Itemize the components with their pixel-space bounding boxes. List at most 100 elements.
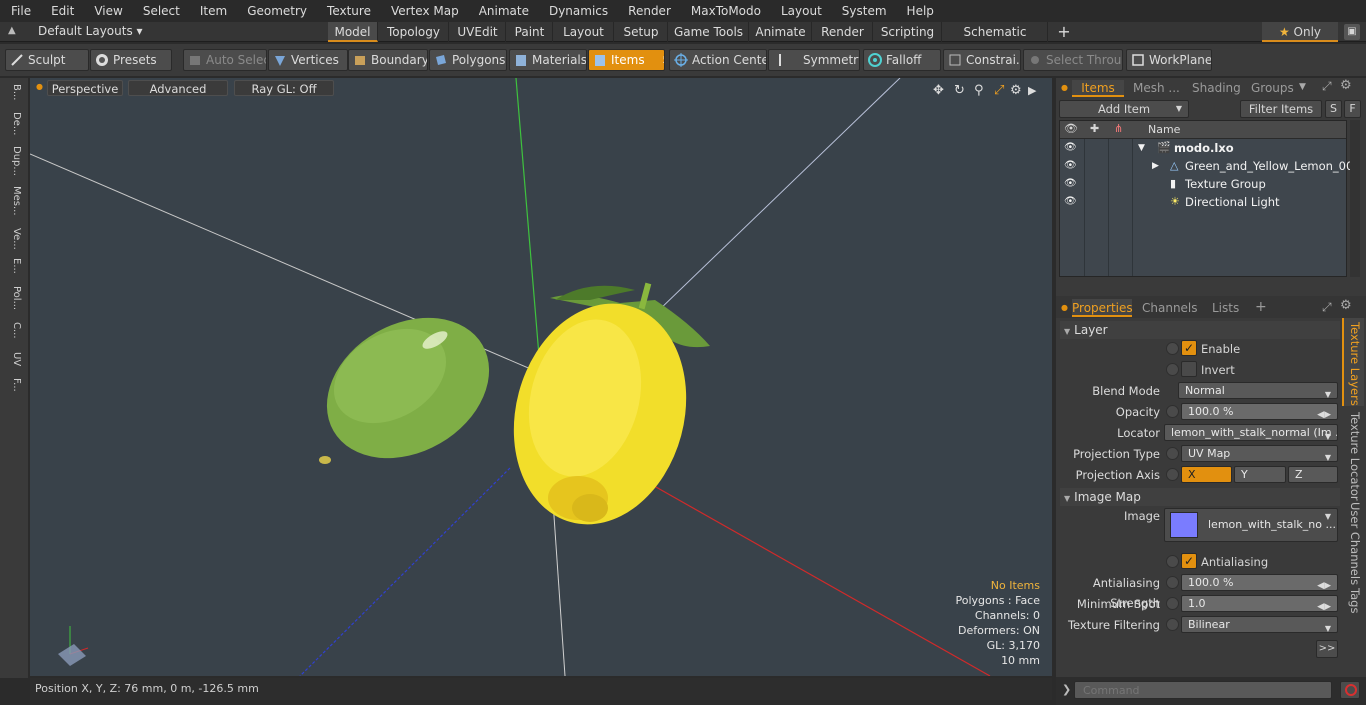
tab-scripting[interactable]: Scripting <box>874 22 942 42</box>
menu-select[interactable]: Select <box>132 4 189 18</box>
blend-mode-dropdown[interactable]: Normal ▼ <box>1178 382 1338 399</box>
projection-axis-dot[interactable] <box>1166 468 1179 481</box>
enable-checkbox[interactable]: ✓ <box>1181 340 1197 356</box>
sculpt-button[interactable]: Sculpt <box>5 49 89 71</box>
tab-lists[interactable]: Lists <box>1212 301 1239 315</box>
action-center-button[interactable]: Action Center <box>669 49 767 71</box>
left-tab-curve[interactable]: C... <box>4 322 22 339</box>
opacity-field[interactable]: 100.0 % ◀▶ <box>1181 403 1338 420</box>
menu-animate[interactable]: Animate <box>468 4 538 18</box>
eye-icon[interactable]: 👁 <box>1064 157 1077 175</box>
maximize-icon[interactable]: ▣ <box>1344 24 1360 40</box>
stepper-icon[interactable]: ◀▶ <box>1317 600 1331 611</box>
tab-model[interactable]: Model <box>328 22 378 42</box>
collapse-arrow-icon[interactable]: ▶ <box>1152 157 1159 175</box>
left-tab-deform[interactable]: De... <box>4 112 22 135</box>
visibility-header-icon[interactable]: 👁 <box>1064 122 1078 135</box>
opacity-dot[interactable] <box>1166 405 1179 418</box>
list-item-light[interactable]: 👁 ☀ Directional Light <box>1060 193 1346 211</box>
tab-uvedit[interactable]: UVEdit <box>450 22 506 42</box>
left-tab-mesh[interactable]: Mes... <box>4 186 22 216</box>
expand-arrow-icon[interactable]: ▼ <box>1138 139 1145 157</box>
menu-maxtomodo[interactable]: MaxToModo <box>680 4 770 18</box>
tab-mesh[interactable]: Mesh ... <box>1133 81 1180 95</box>
materials-button[interactable]: Materials <box>509 49 587 71</box>
left-tab-duplicate[interactable]: Dup... <box>4 146 22 176</box>
tab-channels[interactable]: Channels <box>1142 301 1198 315</box>
workplane-button[interactable]: WorkPlane <box>1126 49 1212 71</box>
side-tab-texture-layers[interactable]: Texture Layers <box>1344 322 1362 406</box>
side-tab-texture-locator[interactable]: Texture Locator <box>1344 412 1362 501</box>
gear-icon[interactable]: ⚙ <box>1340 298 1352 313</box>
antialiasing-checkbox[interactable]: ✓ <box>1181 553 1197 569</box>
menu-geometry[interactable]: Geometry <box>236 4 316 18</box>
add-item-button[interactable]: Add Item ▼ <box>1059 100 1189 118</box>
left-tab-uv[interactable]: UV <box>4 352 22 366</box>
texture-filtering-dot[interactable] <box>1166 618 1179 631</box>
auto-select-button[interactable]: Auto Select <box>183 49 267 71</box>
add-tab-button[interactable]: + <box>1052 22 1076 42</box>
aa-strength-field[interactable]: 100.0 % ◀▶ <box>1181 574 1338 591</box>
only-toggle[interactable]: ★ Only <box>1262 22 1338 42</box>
menu-layout[interactable]: Layout <box>770 4 831 18</box>
left-tab-edge[interactable]: E... <box>4 258 22 274</box>
add-tab-button[interactable]: + <box>1255 299 1267 315</box>
tab-paint[interactable]: Paint <box>507 22 553 42</box>
min-spot-field[interactable]: 1.0 ◀▶ <box>1181 595 1338 612</box>
items-scrollbar[interactable] <box>1350 120 1360 277</box>
vertices-button[interactable]: Vertices1 <box>268 49 348 71</box>
tab-items[interactable]: Items <box>1072 80 1124 97</box>
image-selector[interactable]: lemon_with_stalk_no ... ▼ <box>1164 508 1338 542</box>
tab-topology[interactable]: Topology <box>379 22 449 42</box>
select-through-button[interactable]: Select Through <box>1023 49 1123 71</box>
eye-icon[interactable]: 👁 <box>1064 175 1077 193</box>
stepper-icon[interactable]: ◀▶ <box>1317 579 1331 590</box>
axis-x-button[interactable]: X <box>1181 466 1232 483</box>
tabs-dropdown-icon[interactable]: ▼ <box>1299 82 1306 92</box>
layout-arrow-icon[interactable]: ▲ <box>8 25 16 36</box>
tab-game-tools[interactable]: Game Tools <box>669 22 749 42</box>
menu-help[interactable]: Help <box>896 4 943 18</box>
name-column-header[interactable]: Name <box>1148 123 1180 136</box>
falloff-button[interactable]: Falloff <box>863 49 941 71</box>
menu-render[interactable]: Render <box>617 4 680 18</box>
f-button[interactable]: F <box>1344 100 1361 118</box>
left-tab-basic[interactable]: B... <box>4 84 22 100</box>
tab-animate[interactable]: Animate <box>750 22 812 42</box>
enable-dot[interactable] <box>1166 342 1179 355</box>
tab-layout[interactable]: Layout <box>554 22 614 42</box>
expand-icon[interactable]: ⤢ <box>1322 300 1332 315</box>
side-tab-tags[interactable]: Tags <box>1344 588 1362 613</box>
invert-checkbox[interactable] <box>1181 361 1197 377</box>
menu-item[interactable]: Item <box>189 4 236 18</box>
lock-header-icon[interactable]: ✚ <box>1090 122 1099 135</box>
raygl-button[interactable]: Ray GL: Off <box>234 80 334 96</box>
command-input[interactable] <box>1074 681 1332 699</box>
polygons-button[interactable]: Polygons <box>429 49 507 71</box>
locator-dropdown[interactable]: lemon_with_stalk_normal (Im ... ▼ <box>1164 424 1338 441</box>
menu-vertex-map[interactable]: Vertex Map <box>380 4 468 18</box>
gear-icon[interactable]: ⚙ <box>1340 78 1352 93</box>
tab-render[interactable]: Render <box>813 22 873 42</box>
menu-file[interactable]: File <box>0 4 40 18</box>
menu-dynamics[interactable]: Dynamics <box>538 4 617 18</box>
presets-button[interactable]: Presets <box>90 49 172 71</box>
perspective-button[interactable]: Perspective <box>47 80 123 96</box>
symmetry-button[interactable]: Symmetry <box>768 49 860 71</box>
stepper-icon[interactable]: ◀▶ <box>1317 408 1331 419</box>
default-layouts-dropdown[interactable]: Default Layouts ▾ <box>38 24 143 38</box>
more-button[interactable]: >> <box>1316 640 1338 658</box>
record-button[interactable] <box>1340 681 1360 699</box>
eye-icon[interactable]: 👁 <box>1064 193 1077 211</box>
left-tab-fusion[interactable]: F... <box>4 378 22 392</box>
advanced-button[interactable]: Advanced <box>128 80 228 96</box>
axis-z-button[interactable]: Z <box>1288 466 1338 483</box>
axis-y-button[interactable]: Y <box>1234 466 1286 483</box>
menu-edit[interactable]: Edit <box>40 4 83 18</box>
menu-view[interactable]: View <box>83 4 131 18</box>
list-item-scene[interactable]: 👁 ▼ 🎬 modo.lxo <box>1060 139 1346 157</box>
eye-icon[interactable]: 👁 <box>1064 139 1077 157</box>
s-button[interactable]: S <box>1325 100 1342 118</box>
layer-section-header[interactable]: ▼ Layer <box>1060 321 1340 339</box>
constrain-button[interactable]: Constrai... <box>943 49 1021 71</box>
